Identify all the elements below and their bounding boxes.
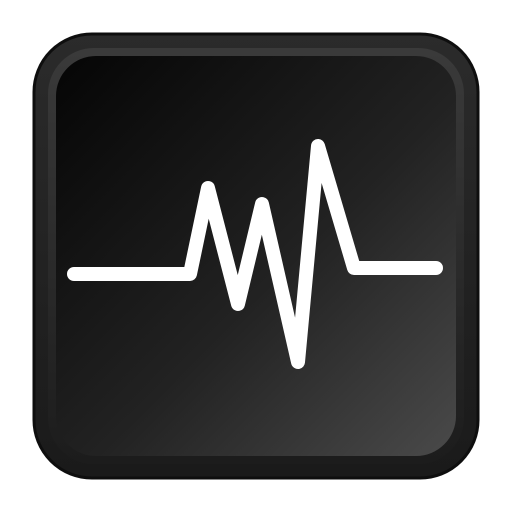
waveform-icon <box>32 32 480 480</box>
icon-canvas <box>0 0 512 512</box>
activity-monitor-app-icon[interactable] <box>32 32 480 480</box>
